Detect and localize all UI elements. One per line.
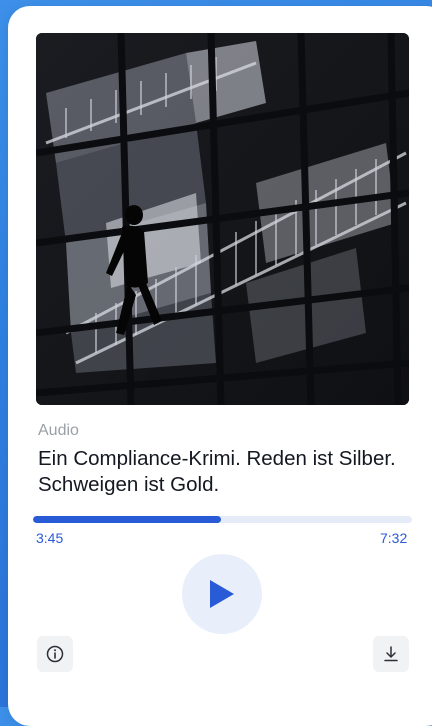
progress-bar[interactable]: [33, 516, 412, 523]
cover-photo-graphic: [36, 33, 409, 405]
download-icon: [384, 646, 398, 662]
progress-fill: [33, 516, 222, 523]
episode-title: Ein Compliance-Krimi. Reden ist Silber. …: [38, 447, 396, 496]
download-button[interactable]: [373, 636, 409, 672]
play-button[interactable]: [182, 554, 262, 634]
current-time: 3:45: [36, 530, 64, 546]
audio-player-card: Audio Ein Compliance-Krimi. Reden ist Si…: [8, 6, 432, 726]
cover-image: [36, 33, 409, 405]
total-time: 7:32: [380, 530, 408, 546]
media-type-label: Audio: [38, 422, 79, 439]
info-button[interactable]: [37, 636, 73, 672]
info-icon: [46, 645, 64, 663]
play-icon: [210, 580, 234, 608]
